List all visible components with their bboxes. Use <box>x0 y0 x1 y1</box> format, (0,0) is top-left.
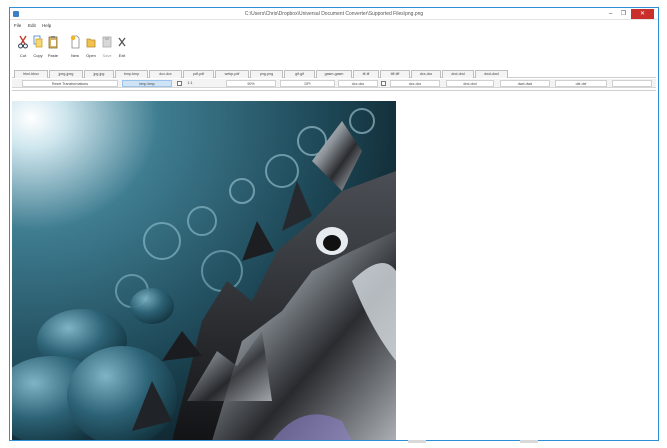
dpi-field[interactable]: DPI <box>280 80 335 87</box>
format-tab[interactable]: dnd-dnd <box>442 70 474 78</box>
new-button[interactable]: New <box>68 35 82 63</box>
option-tab[interactable]: dcx-dcx <box>390 80 440 87</box>
format-tab[interactable]: pdf-pdf <box>183 70 214 78</box>
format-tab[interactable]: tif-tif <box>353 70 379 78</box>
paste-label: Paste <box>47 53 59 58</box>
close-button[interactable]: ✕ <box>631 9 654 19</box>
menu-bar: File Edit Help <box>10 21 658 30</box>
format-tab[interactable]: jpeg-jpeg <box>49 70 83 78</box>
toolbar: Cut Copy Paste New Open Save Exit <box>10 30 658 70</box>
format-tab[interactable]: tiff-tiff <box>380 70 410 78</box>
option-tab[interactable]: dwd-dwd <box>500 80 550 87</box>
format-tab[interactable]: jpg-jpg <box>84 70 114 78</box>
format-tab[interactable]: gif-gif <box>284 70 315 78</box>
open-button[interactable]: Open <box>84 35 98 63</box>
option-tab-last[interactable] <box>612 80 652 87</box>
option-checkbox[interactable] <box>381 81 386 86</box>
paste-icon <box>48 36 58 49</box>
title-bar: C:\Users\Chris\Dropbox\Universal Documen… <box>10 8 658 20</box>
cut-label: Cut <box>19 53 27 58</box>
format-tabs: html-bbox jpeg-jpeg jpg-jpg bmp-bmp dcx-… <box>12 70 656 78</box>
option-tab[interactable]: dxf-dxf <box>555 80 607 87</box>
ratio-checkbox[interactable] <box>177 81 182 86</box>
exit-button[interactable]: Exit <box>115 35 129 63</box>
menu-file[interactable]: File <box>14 23 21 28</box>
exit-icon <box>118 37 126 47</box>
minimize-button[interactable]: – <box>604 9 617 19</box>
format-tab[interactable]: dcx-dcx <box>411 70 441 78</box>
new-file-icon <box>70 35 80 49</box>
format-tab[interactable]: gasm-gasm <box>316 70 352 78</box>
open-folder-icon <box>86 38 96 48</box>
save-label: Save <box>102 53 112 58</box>
save-icon <box>102 36 112 48</box>
format-tab[interactable]: webp-pdf <box>215 70 249 78</box>
bottom-element <box>520 440 538 443</box>
cut-button[interactable]: Cut <box>16 35 30 63</box>
open-label: Open <box>86 53 96 58</box>
menu-edit[interactable]: Edit <box>28 23 36 28</box>
copy-icon <box>33 35 43 48</box>
format-tab[interactable]: html-bbox <box>14 70 48 78</box>
options-bar: Reset Transformations bmp-bmp 1:1 90% DP… <box>12 79 656 88</box>
document-view[interactable] <box>12 90 656 440</box>
copy-button[interactable]: Copy <box>31 35 45 63</box>
copy-label: Copy <box>33 53 43 58</box>
selected-format-field[interactable]: bmp-bmp <box>122 80 172 87</box>
ratio-label: 1:1 <box>187 81 193 85</box>
quality-field[interactable]: 90% <box>226 80 276 87</box>
option-tab[interactable]: dnd-dnd <box>446 80 494 87</box>
option-tab[interactable]: dcx-dcx <box>338 80 378 87</box>
format-tab[interactable]: png-png <box>250 70 283 78</box>
scissors-icon <box>18 35 28 49</box>
save-button[interactable]: Save <box>100 35 114 63</box>
new-label: New <box>70 53 79 58</box>
format-tab[interactable]: dcx-dcx <box>149 70 182 78</box>
bottom-element <box>408 440 426 443</box>
menu-help[interactable]: Help <box>42 23 51 28</box>
app-window: C:\Users\Chris\Dropbox\Universal Documen… <box>9 7 659 441</box>
exit-label: Exit <box>118 53 126 58</box>
format-tab[interactable]: bmp-bmp <box>115 70 148 78</box>
paste-button[interactable]: Paste <box>46 35 60 63</box>
window-title: C:\Users\Chris\Dropbox\Universal Documen… <box>244 11 424 17</box>
reset-transformations-button[interactable]: Reset Transformations <box>22 80 118 87</box>
maximize-button[interactable]: ❐ <box>617 9 630 19</box>
image-preview <box>12 101 396 440</box>
format-tab[interactable]: dwd-dwd <box>475 70 508 78</box>
